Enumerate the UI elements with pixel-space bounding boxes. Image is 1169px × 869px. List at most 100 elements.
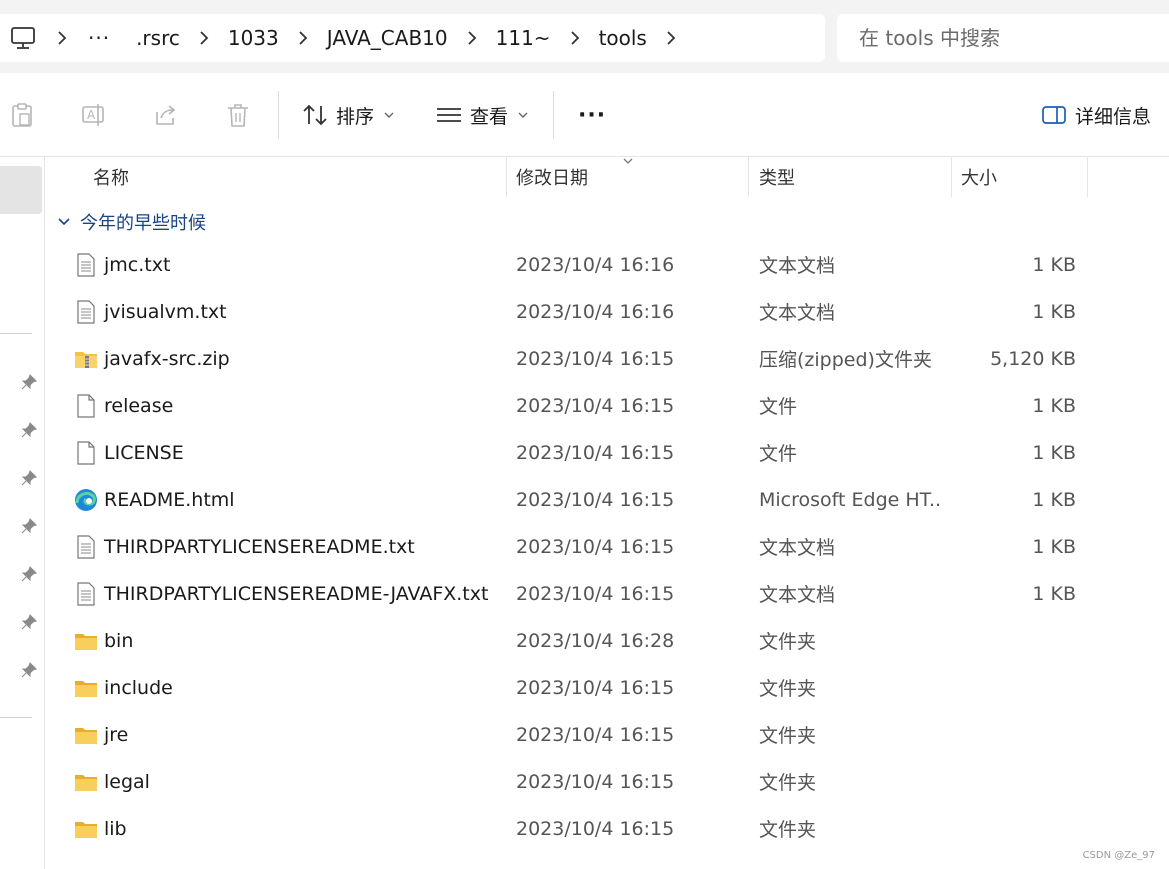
file-name-cell: javafx-src.zip [74, 335, 230, 382]
group-header-label: 今年的早些时候 [80, 213, 206, 234]
file-name-cell: lib [74, 805, 127, 852]
column-divider[interactable] [748, 157, 749, 197]
file-name: javafx-src.zip [104, 347, 230, 370]
file-name: lib [104, 817, 127, 840]
file-date: 2023/10/4 16:15 [516, 817, 675, 840]
file-size [930, 805, 1076, 852]
column-header-size[interactable]: 大小 [961, 157, 997, 197]
file-size [930, 758, 1076, 805]
details-pane-icon [1042, 106, 1066, 124]
chevron-right-icon[interactable] [659, 14, 683, 62]
file-date: 2023/10/4 16:15 [516, 723, 675, 746]
file-name-cell: jmc.txt [74, 241, 170, 288]
column-header-type[interactable]: 类型 [759, 157, 795, 197]
column-header-name[interactable]: 名称 [93, 157, 129, 197]
pin-icon[interactable] [20, 373, 38, 391]
toolbar-divider [553, 91, 554, 139]
column-divider[interactable] [506, 157, 507, 197]
file-size: 1 KB [1032, 582, 1076, 605]
paste-button[interactable] [10, 97, 34, 133]
address-row: ··· .rsrc 1033 JAVA_CAB10 111~ tools [0, 0, 1169, 73]
sort-button[interactable]: 排序 [302, 97, 396, 133]
file-name: jmc.txt [104, 253, 171, 276]
pin-icon[interactable] [20, 613, 38, 631]
column-divider[interactable] [1087, 157, 1088, 197]
file-name-cell: jvisualvm.txt [74, 288, 227, 335]
svg-text:A: A [87, 108, 96, 122]
group-header[interactable]: 今年的早些时候 [56, 206, 206, 238]
file-name: jre [104, 723, 129, 746]
file-row[interactable]: javafx-src.zip 2023/10/4 16:15 压缩(zipped… [50, 335, 1160, 382]
file-size [930, 664, 1076, 711]
breadcrumb-item[interactable]: JAVA_CAB10 [315, 26, 460, 50]
file-row[interactable]: LICENSE 2023/10/4 16:15 文件 1 KB [50, 429, 1160, 476]
view-label: 查看 [470, 105, 509, 128]
folder-row[interactable]: bin 2023/10/4 16:28 文件夹 [50, 617, 1160, 664]
search-input[interactable] [837, 14, 1167, 62]
file-row[interactable]: THIRDPARTYLICENSEREADME-JAVAFX.txt 2023/… [50, 570, 1160, 617]
folder-row[interactable]: jre 2023/10/4 16:15 文件夹 [50, 711, 1160, 758]
view-button[interactable]: 查看 [436, 97, 530, 133]
file-date: 2023/10/4 16:15 [516, 441, 675, 464]
file-row[interactable]: release 2023/10/4 16:15 文件 1 KB [50, 382, 1160, 429]
folder-row[interactable]: include 2023/10/4 16:15 文件夹 [50, 664, 1160, 711]
chevron-right-icon[interactable] [192, 14, 216, 62]
file-date: 2023/10/4 16:15 [516, 535, 675, 558]
file-name: legal [104, 770, 150, 793]
sort-icon [303, 104, 327, 126]
file-size: 1 KB [1032, 535, 1076, 558]
chevron-right-icon[interactable] [50, 14, 74, 62]
details-pane-button[interactable]: 详细信息 [1041, 97, 1151, 133]
search-box [837, 14, 1169, 62]
file-type: Microsoft Edge HT... [759, 488, 939, 511]
folder-icon [74, 628, 98, 654]
computer-icon[interactable] [10, 26, 36, 50]
folder-row[interactable]: lib 2023/10/4 16:15 文件夹 [50, 805, 1160, 852]
share-button[interactable] [153, 97, 179, 133]
pin-icon[interactable] [20, 421, 38, 439]
delete-button[interactable] [226, 97, 250, 133]
file-row[interactable]: THIRDPARTYLICENSEREADME.txt 2023/10/4 16… [50, 523, 1160, 570]
file-name: release [104, 394, 174, 417]
file-name: THIRDPARTYLICENSEREADME-JAVAFX.txt [104, 582, 489, 605]
more-options-button[interactable]: ··· [578, 97, 606, 133]
details-pane-label: 详细信息 [1075, 105, 1152, 128]
text-file-icon [74, 252, 98, 278]
toolbar-divider [278, 91, 279, 139]
pin-icon[interactable] [20, 661, 38, 679]
file-date: 2023/10/4 16:16 [516, 253, 675, 276]
file-row[interactable]: README.html 2023/10/4 16:15 Microsoft Ed… [50, 476, 1160, 523]
address-bar[interactable]: ··· .rsrc 1033 JAVA_CAB10 111~ tools [0, 14, 825, 62]
file-row[interactable]: jvisualvm.txt 2023/10/4 16:16 文本文档 1 KB [50, 288, 1160, 335]
column-divider[interactable] [951, 157, 952, 197]
file-size: 1 KB [1032, 441, 1076, 464]
nav-selected-item[interactable] [0, 166, 42, 214]
pin-icon[interactable] [20, 517, 38, 535]
chevron-right-icon[interactable] [291, 14, 315, 62]
breadcrumb-item[interactable]: 1033 [216, 26, 291, 50]
pin-icon[interactable] [20, 469, 38, 487]
file-size [930, 617, 1076, 664]
folder-row[interactable]: legal 2023/10/4 16:15 文件夹 [50, 758, 1160, 805]
file-type: 文件夹 [759, 678, 817, 700]
file-type: 文本文档 [759, 302, 836, 324]
file-date: 2023/10/4 16:15 [516, 676, 675, 699]
column-header-date[interactable]: 修改日期 [516, 157, 588, 197]
file-name: jvisualvm.txt [104, 300, 227, 323]
file-size: 1 KB [1032, 300, 1076, 323]
file-type: 文本文档 [759, 584, 836, 606]
file-name: THIRDPARTYLICENSEREADME.txt [104, 535, 415, 558]
chevron-right-icon[interactable] [460, 14, 484, 62]
rename-button[interactable]: A [81, 97, 107, 133]
pin-icon[interactable] [20, 565, 38, 583]
file-date: 2023/10/4 16:16 [516, 300, 675, 323]
breadcrumb-item[interactable]: .rsrc [124, 26, 192, 50]
breadcrumb-item-current[interactable]: tools [587, 26, 659, 50]
folder-icon [74, 675, 98, 701]
file-row[interactable]: jmc.txt 2023/10/4 16:16 文本文档 1 KB [50, 241, 1160, 288]
chevron-right-icon[interactable] [563, 14, 587, 62]
breadcrumb-overflow[interactable]: ··· [74, 26, 124, 50]
file-date: 2023/10/4 16:15 [516, 582, 675, 605]
breadcrumb-item[interactable]: 111~ [484, 26, 563, 50]
chevron-down-icon [58, 218, 70, 226]
